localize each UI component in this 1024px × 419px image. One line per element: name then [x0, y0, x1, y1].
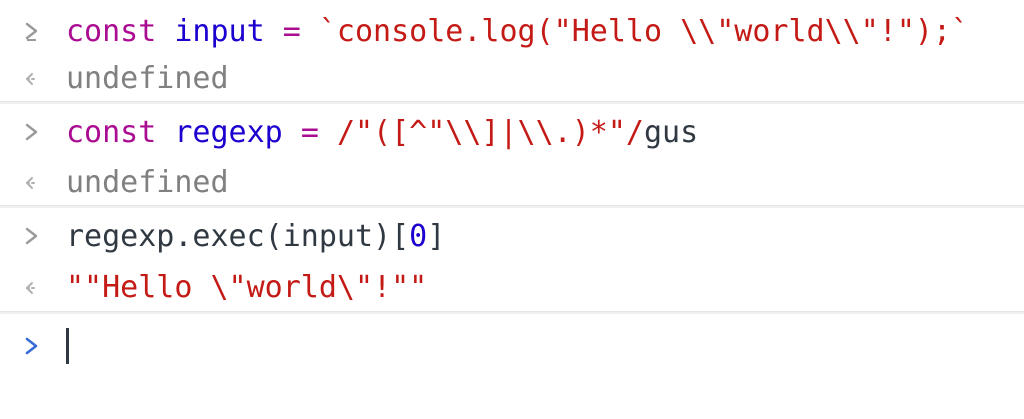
chevron-right-icon: [25, 22, 38, 41]
devtools-console: const input = `console.log("Hello \\"wor…: [0, 0, 1024, 403]
return-arrow-icon: [26, 176, 35, 189]
chevron-right-icon: [25, 227, 38, 245]
prompt-gutter: [0, 314, 66, 378]
code-identifier: regexp: [174, 114, 283, 150]
console-input-entry[interactable]: const input = `console.log("Hello \\"wor…: [0, 0, 1024, 56]
prompt-gutter: [0, 6, 66, 56]
code-number: 0: [409, 218, 428, 254]
code-regex: /"([^"\\]|\\.)*"/: [336, 114, 644, 150]
console-output-entry[interactable]: ""Hello \"world\"!"": [0, 264, 1024, 311]
console-input-code: const regexp = /"([^"\\]|\\.)*"/gus: [66, 115, 698, 150]
code-operator: =: [300, 114, 319, 150]
code-bracket: ]: [427, 218, 446, 254]
result-gutter: [0, 56, 66, 101]
result-gutter: [0, 264, 66, 311]
console-input-code: const input = `console.log("Hello \\"wor…: [66, 14, 969, 49]
code-identifier: input: [174, 13, 265, 49]
return-arrow-icon: [26, 72, 35, 85]
result-gutter: [0, 160, 66, 205]
console-input-entry[interactable]: regexp.exec(input)[0]: [0, 208, 1024, 264]
prompt-gutter: [0, 208, 66, 264]
chevron-right-icon: [25, 337, 38, 355]
code-regex-flags: gus: [643, 114, 699, 150]
chevron-right-icon: [25, 123, 38, 141]
code-expression: regexp.exec(input)[: [66, 218, 410, 254]
console-output-string: ""Hello \"world\"!"": [66, 270, 428, 305]
console-output-entry[interactable]: undefined: [0, 160, 1024, 205]
code-template-string: `console.log("Hello \\"world\\"!");`: [318, 13, 970, 49]
return-arrow-icon: [26, 281, 35, 294]
console-prompt[interactable]: [0, 314, 1024, 378]
console-input-entry[interactable]: const regexp = /"([^"\\]|\\.)*"/gus: [0, 104, 1024, 160]
code-operator: =: [282, 13, 301, 49]
prompt-gutter: [0, 104, 66, 160]
console-output-entry[interactable]: undefined: [0, 56, 1024, 101]
console-input-code: regexp.exec(input)[0]: [66, 219, 445, 254]
